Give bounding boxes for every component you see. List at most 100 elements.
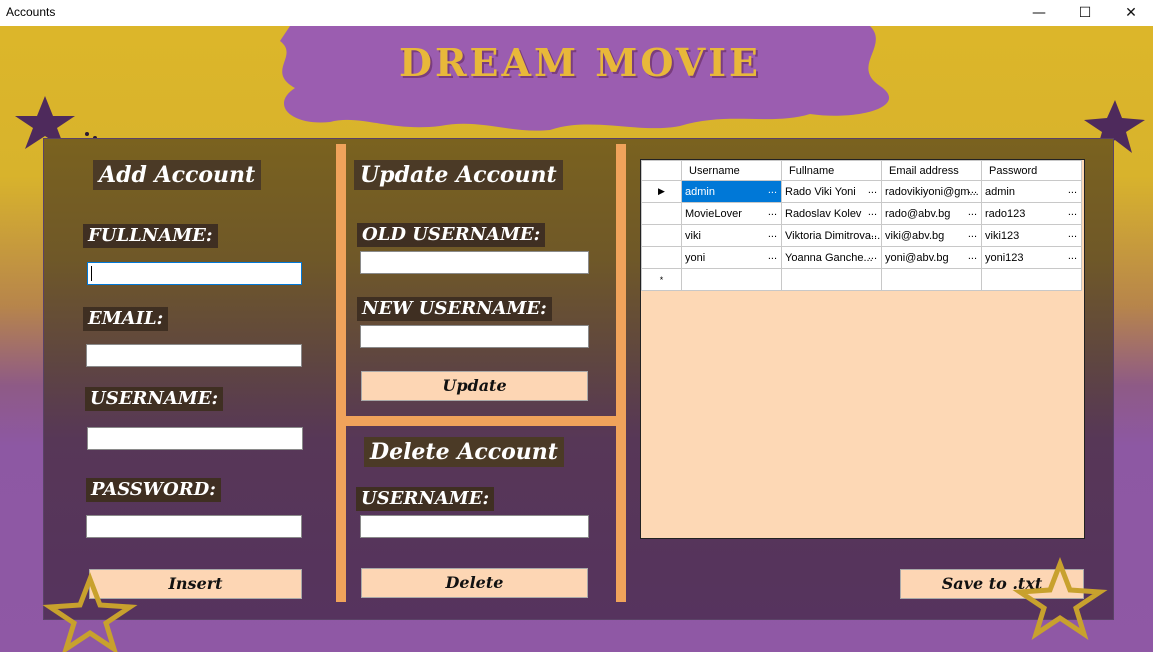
grid-cell[interactable] — [781, 268, 882, 291]
old-username-label: OLD USERNAME: — [357, 223, 546, 247]
grid-cell[interactable]: admin... — [681, 180, 782, 203]
cell-text: admin — [985, 185, 1015, 198]
right-divider — [616, 144, 626, 602]
update-account-header: Update Account — [354, 160, 563, 190]
grid-cell[interactable] — [981, 268, 1082, 291]
cell-text: radovikiyoni@gm... — [885, 185, 979, 198]
close-button[interactable]: ✕ — [1108, 0, 1153, 26]
password-input[interactable] — [86, 515, 302, 538]
grid-header-row: Username Fullname Email address Password — [641, 160, 1082, 181]
table-row[interactable]: ▶ admin... Rado Viki Yoni... radovikiyon… — [641, 180, 1082, 203]
cell-ellipsis: ... — [767, 206, 777, 218]
cell-ellipsis: ... — [967, 184, 977, 196]
table-row[interactable]: MovieLover... Radoslav Kolev... rado@abv… — [641, 202, 1082, 225]
current-row-icon: ▶ — [641, 180, 682, 203]
accounts-table: Username Fullname Email address Password… — [641, 160, 1082, 291]
column-header-password[interactable]: Password — [981, 160, 1082, 181]
grid-cell[interactable]: Rado Viki Yoni... — [781, 180, 882, 203]
table-row[interactable]: viki... Viktoria Dimitrova...... viki@ab… — [641, 224, 1082, 247]
cell-text: yoni@abv.bg — [885, 251, 949, 264]
new-username-label: NEW USERNAME: — [357, 297, 552, 321]
grid-cell[interactable]: yoni123... — [981, 246, 1082, 269]
table-row[interactable]: yoni... Yoanna Ganche...... yoni@abv.bg.… — [641, 246, 1082, 269]
cell-ellipsis: ... — [1067, 250, 1077, 262]
left-divider — [336, 144, 346, 602]
cell-text: yoni123 — [985, 251, 1024, 264]
delete-account-header: Delete Account — [364, 437, 564, 467]
grid-cell[interactable]: Viktoria Dimitrova...... — [781, 224, 882, 247]
row-header[interactable] — [641, 224, 682, 247]
grid-cell[interactable]: yoni@abv.bg... — [881, 246, 982, 269]
column-header-fullname[interactable]: Fullname — [781, 160, 882, 181]
cell-ellipsis: ... — [967, 228, 977, 240]
delete-button[interactable]: Delete — [361, 568, 588, 598]
cell-ellipsis: ... — [867, 184, 877, 196]
banner-title: DREAM MOVIE — [399, 40, 761, 85]
cell-text: Yoanna Ganche... — [785, 251, 873, 264]
cell-text: viki@abv.bg — [885, 229, 945, 242]
star-outline-right-icon — [1012, 557, 1108, 640]
delete-username-input[interactable] — [360, 515, 589, 538]
window-title: Accounts — [6, 5, 56, 19]
cell-text: viki123 — [985, 229, 1020, 242]
cell-ellipsis: ... — [767, 250, 777, 262]
grid-cell[interactable]: Yoanna Ganche...... — [781, 246, 882, 269]
new-row[interactable]: * — [641, 268, 1082, 291]
old-username-input[interactable] — [360, 251, 589, 274]
cell-text: Rado Viki Yoni — [785, 185, 856, 198]
grid-cell[interactable]: viki123... — [981, 224, 1082, 247]
username-label: USERNAME: — [85, 387, 224, 411]
column-header-username[interactable]: Username — [681, 160, 782, 181]
grid-cell[interactable]: radovikiyoni@gm...... — [881, 180, 982, 203]
cell-text: viki — [685, 229, 701, 242]
cell-ellipsis: ... — [867, 250, 877, 262]
star-outline-left-icon — [42, 572, 138, 652]
title-bar: Accounts — ☐ ✕ — [0, 0, 1153, 26]
cell-ellipsis: ... — [867, 228, 877, 240]
username-input[interactable] — [87, 427, 303, 450]
cell-text: rado@abv.bg — [885, 207, 951, 220]
update-button[interactable]: Update — [361, 371, 588, 401]
password-label: PASSWORD: — [86, 478, 221, 502]
grid-cell[interactable] — [881, 268, 982, 291]
grid-cell[interactable]: MovieLover... — [681, 202, 782, 225]
grid-cell[interactable]: viki... — [681, 224, 782, 247]
maximize-button[interactable]: ☐ — [1062, 0, 1108, 26]
cell-ellipsis: ... — [867, 206, 877, 218]
grid-cell[interactable]: rado123... — [981, 202, 1082, 225]
grid-cell[interactable]: yoni... — [681, 246, 782, 269]
new-username-input[interactable] — [360, 325, 589, 348]
cell-ellipsis: ... — [967, 206, 977, 218]
accounts-grid[interactable]: Username Fullname Email address Password… — [640, 159, 1085, 539]
cell-ellipsis: ... — [1067, 206, 1077, 218]
fullname-label: FULLNAME: — [83, 224, 218, 248]
row-header-corner — [641, 160, 682, 181]
cell-ellipsis: ... — [1067, 184, 1077, 196]
cell-text: MovieLover — [685, 207, 742, 220]
cell-text: rado123 — [985, 207, 1026, 220]
grid-cell[interactable] — [681, 268, 782, 291]
cell-ellipsis: ... — [967, 250, 977, 262]
grid-cell[interactable]: rado@abv.bg... — [881, 202, 982, 225]
grid-cell[interactable]: Radoslav Kolev... — [781, 202, 882, 225]
email-label: EMAIL: — [83, 307, 169, 331]
row-header[interactable] — [641, 202, 682, 225]
cell-text: Viktoria Dimitrova... — [785, 229, 881, 242]
minimize-button[interactable]: — — [1016, 0, 1062, 26]
row-header[interactable] — [641, 246, 682, 269]
column-header-email[interactable]: Email address — [881, 160, 982, 181]
fullname-input[interactable] — [87, 262, 302, 285]
cell-ellipsis: ... — [767, 228, 777, 240]
add-account-header: Add Account — [93, 160, 262, 190]
grid-cell[interactable]: admin... — [981, 180, 1082, 203]
cell-text: yoni — [685, 251, 706, 264]
new-row-icon: * — [641, 268, 682, 291]
email-input[interactable] — [86, 344, 302, 367]
form-background: DREAM MOVIE Add Account FULLNAME: EMAIL:… — [0, 26, 1153, 652]
cell-ellipsis: ... — [1067, 228, 1077, 240]
delete-username-label: USERNAME: — [356, 487, 495, 511]
cell-ellipsis: ... — [767, 184, 777, 196]
cell-text: admin — [685, 185, 715, 198]
grid-cell[interactable]: viki@abv.bg... — [881, 224, 982, 247]
middle-divider — [346, 416, 616, 426]
